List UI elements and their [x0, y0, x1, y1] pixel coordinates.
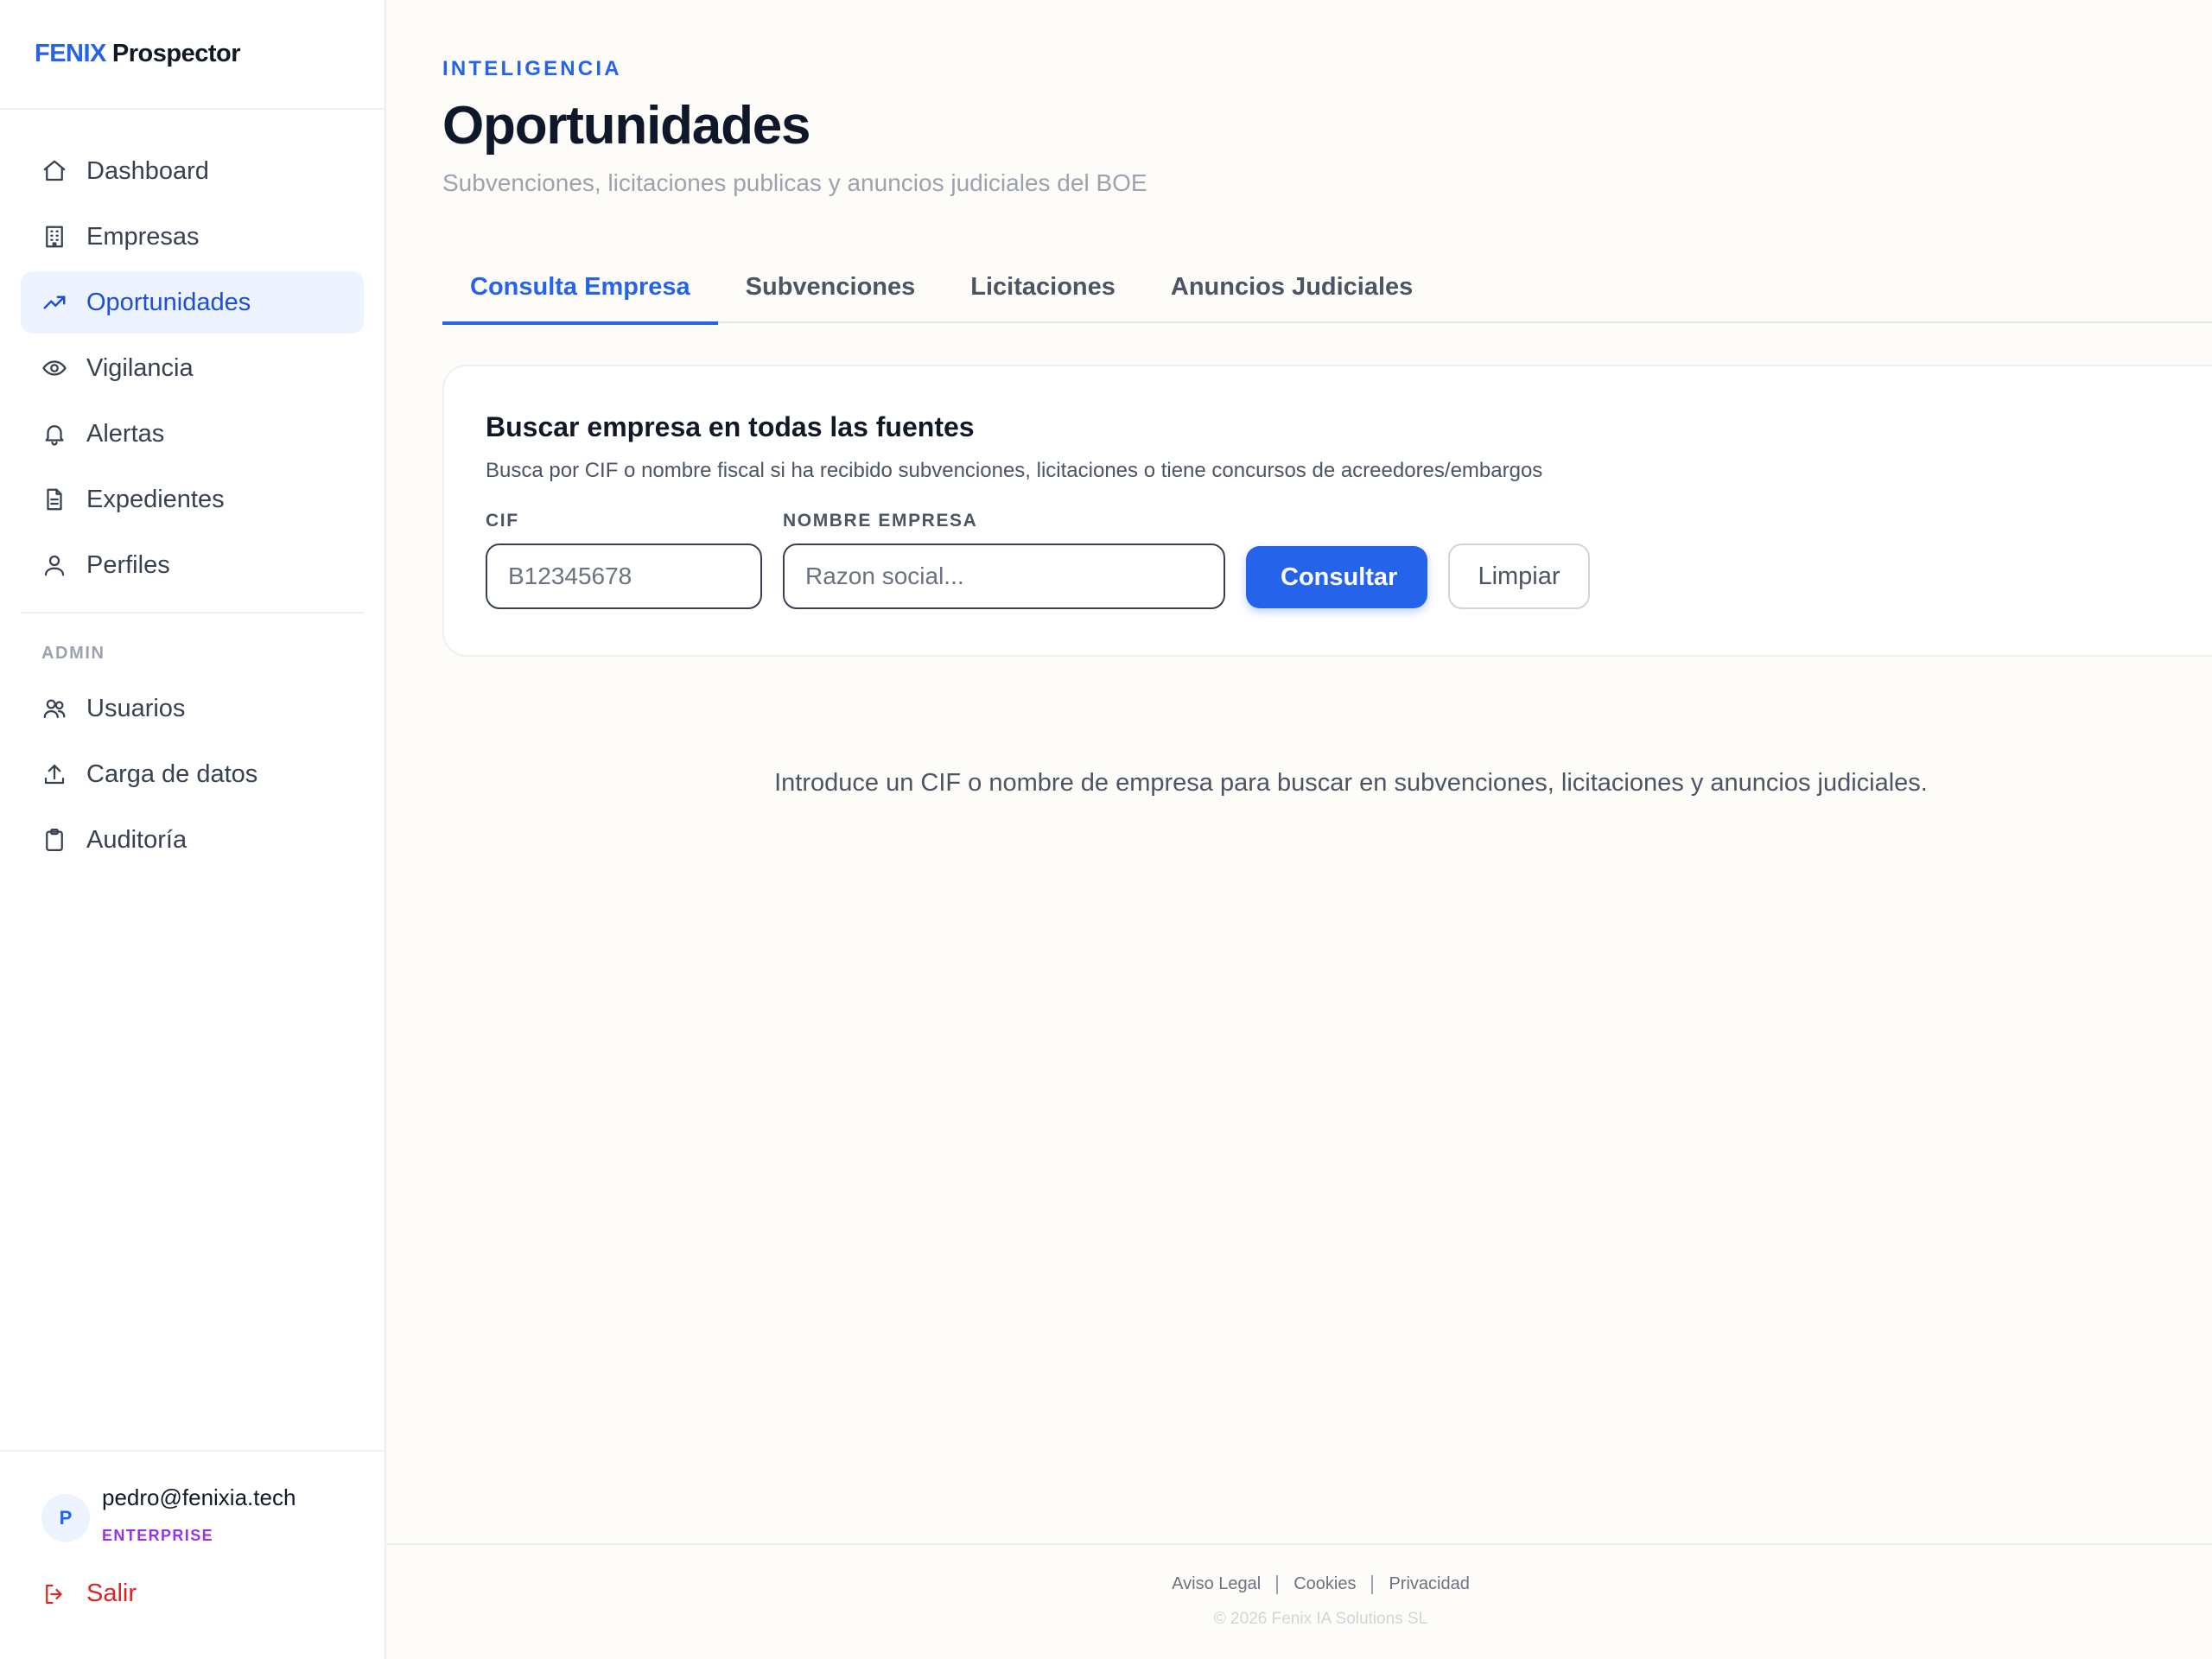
company-name-input[interactable] — [783, 543, 1225, 609]
avatar: P — [41, 1494, 90, 1542]
search-card-title: Buscar empresa en todas las fuentes — [486, 411, 975, 442]
sidebar-item-label: Oportunidades — [86, 288, 251, 316]
sidebar-item-perfiles[interactable]: Perfiles — [21, 534, 364, 596]
plan-badge: ENTERPRISE — [102, 1527, 214, 1544]
limpiar-button[interactable]: Limpiar — [1448, 543, 1590, 609]
tab-bar: Consulta Empresa Subvenciones Licitacion… — [442, 251, 2212, 325]
empty-state-message: Introduce un CIF o nombre de empresa par… — [774, 769, 1928, 797]
search-card-description: Busca por CIF o nombre fiscal si ha reci… — [486, 459, 1543, 482]
sidebar-item-label: Expedientes — [86, 485, 225, 513]
main-content: INTELIGENCIA Oportunidades Subvenciones,… — [386, 0, 2212, 1659]
sidebar: FENIX Prospector Dashboard Empresas Opor… — [0, 0, 386, 1659]
logout-icon — [46, 1584, 62, 1604]
cif-field-group: CIF — [486, 511, 762, 609]
trending-up-icon — [41, 289, 67, 315]
page-eyebrow: INTELIGENCIA — [442, 57, 622, 80]
bell-icon — [41, 421, 67, 447]
company-name-field-group: NOMBRE EMPRESA — [783, 511, 1225, 609]
home-icon — [41, 158, 67, 184]
footer-link-cookies[interactable]: Cookies — [1294, 1574, 1356, 1594]
sidebar-nav: Dashboard Empresas Oportunidades Vigilan… — [0, 110, 385, 871]
brand-name-primary: FENIX — [35, 40, 106, 67]
sidebar-item-auditoria[interactable]: Auditoría — [21, 809, 364, 871]
sidebar-item-alertas[interactable]: Alertas — [21, 403, 364, 465]
sidebar-item-empresas[interactable]: Empresas — [21, 206, 364, 268]
cif-input[interactable] — [486, 543, 762, 609]
admin-section-label: ADMIN — [41, 643, 105, 663]
sidebar-item-label: Vigilancia — [86, 353, 194, 382]
footer-separator — [1371, 1574, 1374, 1594]
footer-link-aviso-legal[interactable]: Aviso Legal — [1172, 1574, 1261, 1594]
copyright: © 2026 Fenix IA Solutions SL — [1213, 1610, 1428, 1628]
sidebar-item-vigilancia[interactable]: Vigilancia — [21, 337, 364, 399]
brand-name-secondary: Prospector — [111, 40, 241, 67]
footer-links: Aviso Legal Cookies Privacidad — [386, 1574, 2212, 1594]
clipboard-icon — [41, 827, 67, 853]
page-footer: Aviso Legal Cookies Privacidad © 2026 Fe… — [386, 1543, 2212, 1659]
footer-link-privacidad[interactable]: Privacidad — [1389, 1574, 1469, 1594]
sidebar-item-label: Alertas — [86, 419, 165, 448]
page-subtitle: Subvenciones, licitaciones publicas y an… — [442, 169, 1147, 196]
user-profile[interactable]: P pedro@fenixia.tech ENTERPRISE — [0, 1452, 385, 1545]
tab-licitaciones[interactable]: Licitaciones — [943, 251, 1143, 323]
search-form: CIF NOMBRE EMPRESA Consultar Limpiar — [486, 511, 2212, 609]
sidebar-divider — [21, 612, 364, 613]
brand-logo[interactable]: FENIX Prospector — [0, 0, 385, 110]
tab-anuncios-judiciales[interactable]: Anuncios Judiciales — [1143, 251, 1440, 323]
sidebar-item-oportunidades[interactable]: Oportunidades — [21, 271, 364, 334]
sidebar-item-label: Usuarios — [86, 694, 186, 722]
sidebar-item-label: Auditoría — [86, 825, 188, 854]
sidebar-item-expedientes[interactable]: Expedientes — [21, 468, 364, 531]
cif-label: CIF — [486, 511, 519, 531]
users-icon — [41, 696, 67, 721]
eye-icon — [41, 355, 67, 381]
file-icon — [41, 486, 67, 512]
logout-button[interactable]: Salir — [0, 1580, 385, 1608]
sidebar-item-dashboard[interactable]: Dashboard — [21, 140, 364, 202]
consultar-button[interactable]: Consultar — [1246, 546, 1427, 608]
building-icon — [41, 224, 67, 250]
search-card: Buscar empresa en todas las fuentes Busc… — [442, 365, 2212, 657]
user-email: pedro@fenixia.tech — [102, 1484, 296, 1510]
tab-consulta-empresa[interactable]: Consulta Empresa — [442, 251, 718, 325]
company-name-label: NOMBRE EMPRESA — [783, 511, 978, 531]
sidebar-item-carga-de-datos[interactable]: Carga de datos — [21, 743, 364, 805]
page-title: Oportunidades — [442, 96, 811, 156]
sidebar-item-label: Dashboard — [86, 156, 209, 185]
sidebar-item-usuarios[interactable]: Usuarios — [21, 677, 364, 740]
tab-subvenciones[interactable]: Subvenciones — [718, 251, 944, 323]
sidebar-item-label: Perfiles — [86, 550, 170, 579]
sidebar-item-label: Empresas — [86, 222, 200, 251]
footer-separator — [1276, 1574, 1279, 1594]
user-icon — [41, 552, 67, 578]
sidebar-item-label: Carga de datos — [86, 760, 258, 788]
logout-label: Salir — [86, 1580, 137, 1607]
sidebar-footer: P pedro@fenixia.tech ENTERPRISE Salir — [0, 1450, 385, 1659]
upload-icon — [41, 761, 67, 787]
